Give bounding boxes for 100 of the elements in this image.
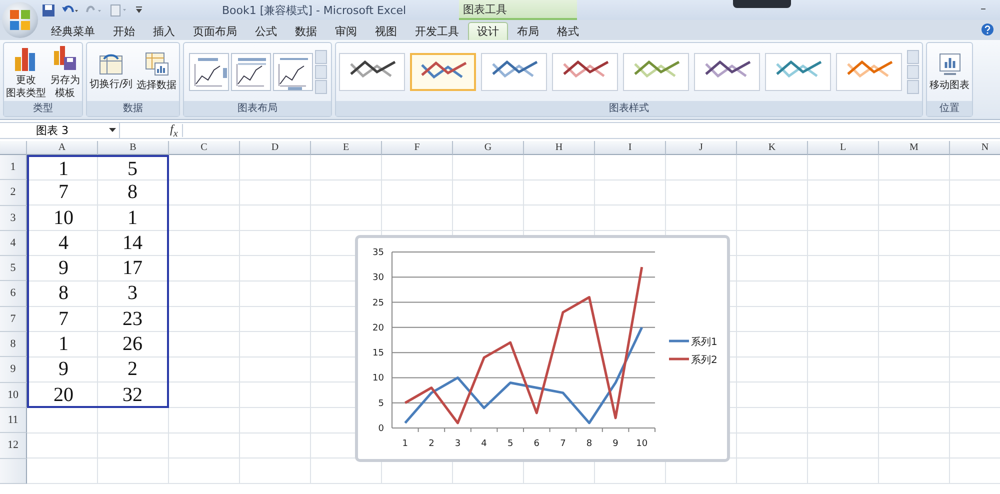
column-header[interactable]: C (169, 141, 240, 155)
insert-function-button[interactable]: f$_{x}$ (170, 122, 178, 140)
legend-entry: 系列2 (669, 355, 718, 366)
column-header[interactable]: M (879, 141, 950, 155)
row-header[interactable] (0, 458, 27, 484)
ribbon-tab[interactable]: 设计 (468, 22, 508, 40)
table-cell: 1 (27, 332, 98, 358)
column-header[interactable]: K (737, 141, 808, 155)
axis-label: 5 (378, 398, 384, 409)
ribbon-tab[interactable]: 布局 (508, 22, 548, 40)
table-cell: 10 (27, 206, 98, 231)
row-header[interactable]: 2 (0, 180, 27, 206)
row-header[interactable]: 11 (0, 408, 27, 434)
column-header[interactable]: I (595, 141, 666, 155)
chart-style-thumbnail[interactable] (339, 53, 405, 91)
chart-style-thumbnail[interactable] (623, 53, 689, 91)
row-header[interactable]: 6 (0, 281, 27, 307)
ribbon-button[interactable]: 选择数据 (136, 52, 178, 92)
customize-menu-icon[interactable] (135, 5, 143, 15)
row-header[interactable]: 7 (0, 306, 27, 332)
save-icon[interactable] (42, 4, 55, 16)
chart-layout-thumbnail[interactable] (272, 53, 312, 91)
name-box[interactable]: 图表 3 (0, 123, 120, 138)
table-cell: 2 (98, 357, 169, 383)
table-cell: 17 (98, 256, 169, 282)
column-header[interactable]: D (240, 141, 311, 155)
ribbon-tab[interactable]: 审阅 (326, 22, 366, 40)
legend-label: 系列1 (691, 336, 718, 348)
ribbon-button[interactable]: 另存为 模板 (49, 44, 81, 100)
ribbon-tab[interactable]: 视图 (366, 22, 406, 40)
ribbon-tab[interactable]: 开始 (104, 22, 144, 40)
row-header[interactable]: 5 (0, 256, 27, 282)
table-cell: 7 (27, 180, 98, 206)
chart-style-thumbnail[interactable] (836, 53, 902, 91)
chart-style-thumbnail[interactable] (481, 53, 547, 91)
axis-label: 9 (612, 439, 618, 449)
axis-label: 8 (586, 439, 592, 449)
chart-style-thumbnail[interactable] (410, 53, 476, 91)
table-cell: 14 (98, 230, 169, 256)
table-cell: 1 (27, 155, 98, 180)
column-header[interactable]: F (382, 141, 453, 155)
ribbon-tab[interactable]: 经典菜单 (42, 22, 104, 40)
ribbon-tab[interactable]: 插入 (144, 22, 184, 40)
column-header[interactable]: E (311, 141, 382, 155)
chart-style-thumbnail[interactable] (552, 53, 618, 91)
table-cell: 32 (98, 382, 169, 408)
status-widget (733, 0, 791, 8)
row-header[interactable]: 8 (0, 332, 27, 358)
column-header[interactable]: N (950, 141, 1000, 155)
axis-label: 1 (402, 439, 408, 449)
axis-label: 20 (372, 323, 384, 334)
legend-label: 系列2 (691, 354, 718, 366)
column-header[interactable]: L (808, 141, 879, 155)
chart-save-icon (53, 44, 77, 70)
group-label: 数据 (87, 101, 179, 116)
group-label: 图表布局 (184, 101, 331, 116)
table-cell: 20 (27, 382, 98, 408)
four-squares-icon (9, 9, 31, 31)
table-cell: 4 (27, 230, 98, 256)
axis-label: 0 (378, 424, 384, 434)
row-header[interactable]: 9 (0, 357, 27, 383)
row-header[interactable]: 10 (0, 382, 27, 408)
axis-label: 15 (372, 348, 384, 359)
table-swap-icon (99, 53, 123, 75)
row-header[interactable]: 12 (0, 433, 27, 459)
axis-label: 35 (372, 248, 384, 258)
row-header[interactable]: 1 (0, 155, 27, 180)
axis-label: 3 (454, 439, 461, 449)
chart-frame[interactable]: 0 5 10 15 20 25 30 35 1 2 3 4 5 6 7 8 9 10 系列1 系列2 (355, 235, 730, 462)
column-header[interactable]: J (666, 141, 737, 155)
select-all-corner[interactable] (0, 141, 27, 155)
column-header[interactable]: A (27, 141, 98, 155)
ribbon-tab[interactable]: 格式 (548, 22, 588, 40)
legend-entry: 系列1 (669, 337, 718, 348)
chart-style-thumbnail[interactable] (765, 53, 831, 91)
ribbon-button[interactable]: 切换行/列 (88, 53, 134, 91)
column-header[interactable]: H (524, 141, 595, 155)
ribbon-tab[interactable]: 页面布局 (184, 22, 246, 40)
row-header[interactable]: 3 (0, 206, 27, 231)
help-icon[interactable] (981, 23, 994, 36)
row-header[interactable]: 4 (0, 230, 27, 256)
ribbon-tab[interactable]: 公式 (246, 22, 286, 40)
axis-label: 10 (636, 439, 648, 449)
table-cell: 8 (27, 281, 98, 307)
column-header[interactable]: B (98, 141, 169, 155)
table-cell: 5 (98, 155, 169, 180)
table-cell: 1 (98, 206, 169, 231)
minimize-button[interactable]: – (980, 2, 986, 15)
window-title: Book1 [兼容模式] - Microsoft Excel (222, 3, 406, 18)
ribbon-tab[interactable]: 开发工具 (406, 22, 468, 40)
column-header[interactable]: G (453, 141, 524, 155)
group-label: 位置 (927, 101, 972, 116)
ribbon-button[interactable]: 移动图表 (928, 52, 970, 92)
ribbon-button[interactable]: 更改 图表类型 (5, 44, 47, 100)
ribbon-tab[interactable]: 数据 (286, 22, 326, 40)
chart-style-thumbnail[interactable] (694, 53, 760, 91)
chart-layout-thumbnail[interactable] (188, 53, 228, 91)
table-cell: 26 (98, 332, 169, 358)
axis-label: 7 (560, 439, 566, 449)
chart-layout-thumbnail[interactable] (230, 53, 270, 91)
